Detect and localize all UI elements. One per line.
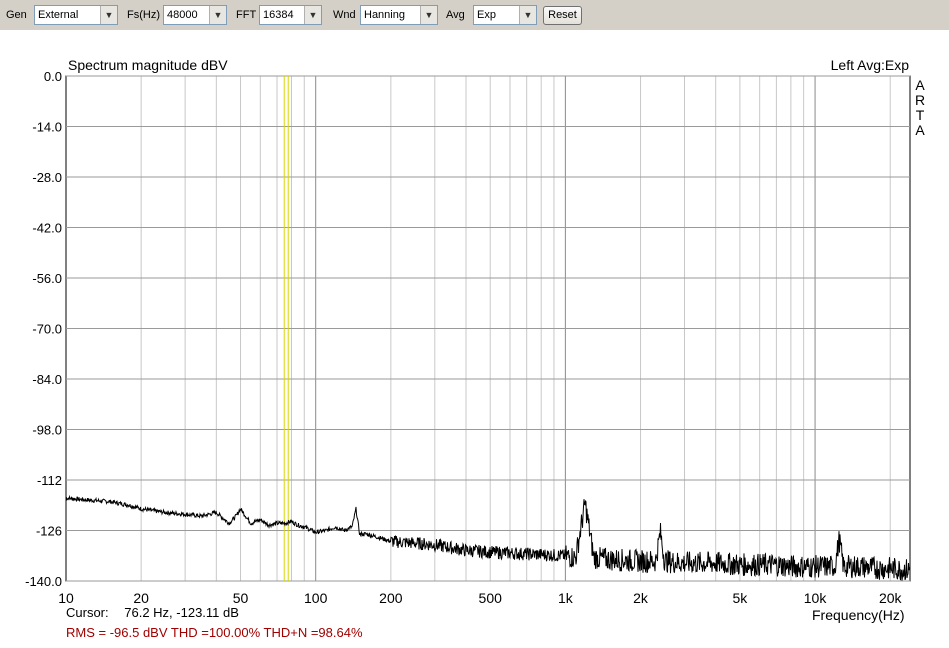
rms-readout: RMS = -96.5 dBV THD =100.00% THD+N =98.6… bbox=[66, 625, 363, 640]
y-tick-label: -28.0 bbox=[32, 170, 62, 185]
gen-select[interactable]: External ▼ bbox=[34, 5, 118, 25]
fs-value: 48000 bbox=[167, 9, 198, 21]
cursor-label: Cursor: bbox=[66, 605, 109, 620]
x-axis-label: Frequency(Hz) bbox=[812, 607, 905, 623]
channel-label: Left Avg:Exp bbox=[831, 57, 910, 73]
fs-label: Fs(Hz) bbox=[127, 9, 160, 21]
spectrum-chart[interactable]: 0.0 -14.0 -28.0 -42.0 -56.0 -70.0 -84.0 -98.0 -1… bbox=[0, 30, 949, 648]
y-tick-label: -98.0 bbox=[32, 423, 62, 438]
y-tick-label: 0.0 bbox=[44, 69, 62, 84]
wnd-value: Hanning bbox=[364, 9, 405, 21]
avg-value: Exp bbox=[477, 9, 496, 21]
arta-logo: ARTA bbox=[915, 77, 925, 138]
fs-select[interactable]: 48000 ▼ bbox=[163, 5, 227, 25]
x-tick-label: 5k bbox=[733, 590, 749, 606]
gen-label: Gen bbox=[6, 9, 27, 21]
avg-label: Avg bbox=[446, 9, 465, 21]
avg-select[interactable]: Exp ▼ bbox=[473, 5, 537, 25]
gen-value: External bbox=[38, 9, 79, 21]
x-tick-label: 50 bbox=[233, 590, 249, 606]
brand-letter: A bbox=[915, 77, 925, 93]
y-tick-label: -84.0 bbox=[32, 372, 62, 387]
chevron-down-icon[interactable]: ▼ bbox=[519, 6, 536, 24]
x-tick-label: 100 bbox=[304, 590, 328, 606]
wnd-select[interactable]: Hanning ▼ bbox=[360, 5, 438, 25]
chevron-down-icon[interactable]: ▼ bbox=[209, 6, 226, 24]
x-tick-label: 10k bbox=[804, 590, 828, 606]
y-tick-label: -42.0 bbox=[32, 221, 62, 236]
x-tick-label: 2k bbox=[633, 590, 649, 606]
fft-label: FFT bbox=[236, 9, 257, 21]
cursor-readout: Cursor: 76.2 Hz, -123.11 dB bbox=[66, 605, 239, 620]
plot-area[interactable]: 0.0 -14.0 -28.0 -42.0 -56.0 -70.0 -84.0 -98.0 -1… bbox=[0, 30, 949, 648]
brand-letter: A bbox=[915, 122, 925, 138]
x-tick-label: 10 bbox=[58, 590, 74, 606]
y-tick-label: -140.0 bbox=[25, 574, 62, 589]
chevron-down-icon[interactable]: ▼ bbox=[304, 6, 321, 24]
y-tick-label: -126 bbox=[36, 524, 62, 539]
fft-select[interactable]: 16384 ▼ bbox=[259, 5, 322, 25]
x-tick-label: 20 bbox=[133, 590, 149, 606]
y-tick-label: -112 bbox=[37, 473, 62, 488]
chevron-down-icon[interactable]: ▼ bbox=[100, 6, 117, 24]
reset-button[interactable]: Reset bbox=[543, 6, 582, 25]
x-tick-label: 1k bbox=[558, 590, 574, 606]
x-tick-label: 20k bbox=[879, 590, 903, 606]
x-tick-label: 500 bbox=[479, 590, 503, 606]
chart-title: Spectrum magnitude dBV bbox=[68, 57, 228, 73]
fft-value: 16384 bbox=[263, 9, 294, 21]
brand-letter: T bbox=[916, 107, 925, 123]
wnd-label: Wnd bbox=[333, 9, 356, 21]
cursor-value: 76.2 Hz, -123.11 dB bbox=[124, 605, 239, 620]
y-tick-label: -14.0 bbox=[32, 120, 62, 135]
chevron-down-icon[interactable]: ▼ bbox=[420, 6, 437, 24]
brand-letter: R bbox=[915, 92, 925, 108]
x-tick-label: 200 bbox=[379, 590, 403, 606]
y-tick-label: -70.0 bbox=[32, 322, 62, 337]
toolbar: Gen External ▼ Fs(Hz) 48000 ▼ FFT 16384 … bbox=[0, 0, 949, 31]
y-tick-label: -56.0 bbox=[32, 271, 62, 286]
